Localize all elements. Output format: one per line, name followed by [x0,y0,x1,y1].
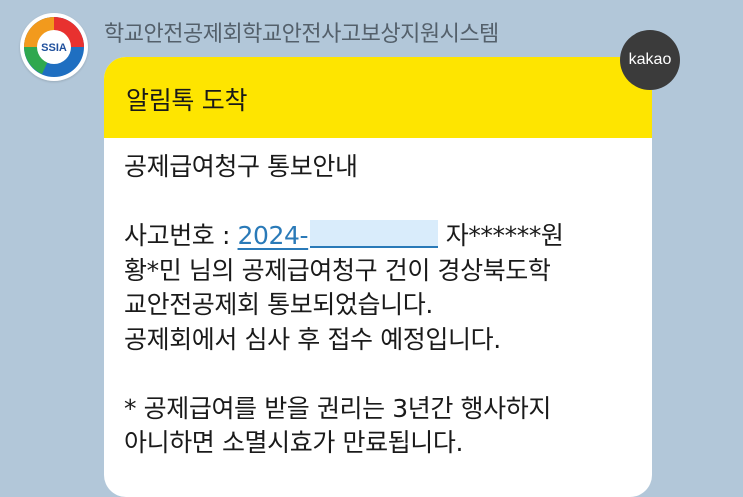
notice-line: 아니하면 소멸시효가 만료됩니다. [124,428,464,457]
logo-text: SSIA [41,42,67,54]
body-line: 황*민 님의 공제급여청구 건이 경상북도학 [124,255,551,285]
body-line: 공제회에서 심사 후 접수 예정입니다. [124,324,501,354]
kakao-badge: kakao [620,30,680,90]
message-body: 공제급여청구 통보안내 사고번호 : 2024- 자******원 황*민 님의… [104,138,652,461]
accident-label: 사고번호 : [124,221,238,250]
redacted-block [310,220,439,248]
message-bubble[interactable]: 알림톡 도착 공제급여청구 통보안내 사고번호 : 2024- 자******원… [104,57,652,497]
accident-number: 2024- [237,221,309,250]
notice-line: * 공제급여를 받을 권리는 3년간 행사하지 [124,393,551,423]
accident-number-line: 사고번호 : 2024- 자******원 [124,219,652,254]
accident-number-link[interactable]: 2024- [237,220,439,250]
accident-suffix: 자******원 [438,221,564,250]
body-line: 교안전공제회 통보되었습니다. [124,290,433,319]
sender-avatar[interactable]: SSIA [20,13,88,81]
message-title: 공제급여청구 통보안내 [124,152,358,181]
sender-name: 학교안전공제회학교안전사고보상지원시스템 [104,22,499,47]
ssia-logo-icon: SSIA [24,17,84,77]
message-header: 알림톡 도착 [104,57,652,138]
